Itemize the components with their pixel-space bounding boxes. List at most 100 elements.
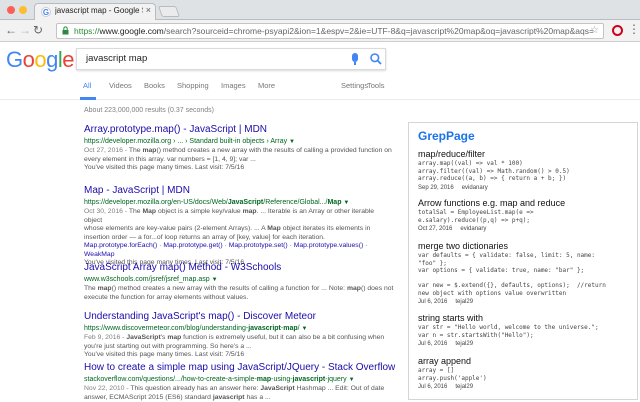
- logo-letter: G: [6, 47, 23, 72]
- back-arrow-icon[interactable]: ←: [5, 23, 17, 37]
- entry-title: string starts with: [418, 313, 636, 324]
- logo-letter: o: [34, 47, 46, 72]
- result-url-text: https://developer.mozilla.org/en-US/docs…: [84, 199, 341, 206]
- search-input[interactable]: javascript map: [86, 53, 147, 64]
- tab-more[interactable]: More: [258, 81, 275, 90]
- caret-down-icon[interactable]: ▼: [343, 200, 349, 206]
- bookmark-star-icon[interactable]: ☆: [590, 25, 599, 36]
- sitelink[interactable]: Map.prototype.set(): [229, 242, 288, 249]
- opera-extension-icon[interactable]: [612, 25, 623, 36]
- entry-date: Jul 6, 2016: [418, 384, 447, 390]
- greppage-entry: map/reduce/filter array.map((val) => val…: [418, 149, 636, 192]
- result-title-link[interactable]: Array.prototype.map() - JavaScript | MDN: [84, 124, 394, 136]
- snippet-text: The map() method creates a new array wit…: [129, 147, 392, 154]
- entry-author: tejal29: [455, 384, 473, 390]
- sitelinks: Map.prototype.forEach() · Map.prototype.…: [84, 242, 394, 259]
- result-snippet: Feb 9, 2016 - JavaScript's map function …: [84, 334, 394, 360]
- result-url[interactable]: www.w3schools.com/jsref/jsref_map.asp ▼: [84, 275, 394, 285]
- entry-author: evidanary: [460, 226, 486, 232]
- snippet-line: execute the function for array elements …: [84, 294, 394, 303]
- tab-settings[interactable]: Settings: [341, 81, 368, 90]
- result-title-link[interactable]: Map - JavaScript | MDN: [84, 185, 394, 197]
- snippet-line: Oct 27, 2016 - The map() method creates …: [84, 147, 394, 156]
- entry-code: var str = "Hello world, welcome to the u…: [418, 324, 636, 339]
- result-url[interactable]: stackoverflow.com/questions/.../how-to-c…: [84, 375, 394, 385]
- sitelink[interactable]: WeakMap: [84, 251, 114, 258]
- snippet-date: Oct 27, 2016 -: [84, 147, 129, 154]
- tab-strip: G javascript map - Google Search ×: [0, 0, 640, 20]
- google-logo[interactable]: Google: [6, 48, 74, 72]
- url-text: https://www.google.com/search?sourceid=c…: [74, 26, 594, 36]
- snippet-date: Feb 9, 2016 -: [84, 334, 126, 341]
- snippet-line: answer, ECMAScript 2015 (ES6) standard j…: [84, 394, 394, 402]
- entry-date: Jul 6, 2016: [418, 341, 447, 347]
- sitelink[interactable]: Map.prototype.forEach(): [84, 242, 157, 249]
- result-url[interactable]: https://www.discovermeteor.com/blog/unde…: [84, 324, 394, 334]
- entry-meta: Sep 29, 2016 evidanary: [418, 184, 636, 192]
- result-url-text: www.w3schools.com/jsref/jsref_map.asp: [84, 276, 210, 283]
- entry-meta: Oct 27, 2016evidanary: [418, 225, 636, 233]
- caret-down-icon[interactable]: ▼: [302, 326, 308, 332]
- forward-arrow-icon[interactable]: →: [19, 23, 31, 37]
- entry-meta: Jul 6, 2016tejal29: [418, 340, 636, 348]
- snippet-text: This question already has an answer here…: [130, 385, 384, 392]
- search-result: JavaScript Array map() Method - W3School…: [84, 262, 394, 302]
- tab-videos[interactable]: Videos: [109, 81, 132, 90]
- entry-title: Arrow functions e.g. map and reduce: [418, 198, 636, 209]
- entry-title: merge two dictionaries: [418, 241, 636, 252]
- caret-down-icon[interactable]: ▼: [212, 277, 218, 283]
- active-tab-indicator: [80, 97, 96, 100]
- visited-note: You've visited this page many times. Las…: [84, 164, 394, 173]
- search-result: Understanding JavaScript's map() - Disco…: [84, 311, 394, 360]
- caret-down-icon[interactable]: ▼: [349, 377, 355, 383]
- tab-all[interactable]: All: [83, 81, 91, 90]
- search-result: Array.prototype.map() - JavaScript | MDN…: [84, 124, 394, 173]
- url-scheme: https://: [74, 26, 100, 36]
- reload-icon[interactable]: ↻: [33, 23, 43, 37]
- tab-images[interactable]: Images: [221, 81, 246, 90]
- google-favicon-icon: G: [41, 7, 51, 17]
- result-snippet: The map() method creates a new array wit…: [84, 285, 394, 302]
- entry-title: map/reduce/filter: [418, 149, 636, 160]
- search-icon[interactable]: [369, 52, 383, 66]
- greppage-entry: merge two dictionaries var defaults = { …: [418, 241, 636, 306]
- close-window-button[interactable]: [7, 6, 15, 14]
- result-url[interactable]: https://developer.mozilla.org/en-US/docs…: [84, 198, 394, 208]
- tab-shopping[interactable]: Shopping: [177, 81, 209, 90]
- search-box[interactable]: javascript map: [76, 48, 386, 70]
- result-title-link[interactable]: JavaScript Array map() Method - W3School…: [84, 262, 394, 274]
- entry-date: Sep 29, 2016: [418, 185, 454, 191]
- result-title-link[interactable]: Understanding JavaScript's map() - Disco…: [84, 311, 394, 323]
- logo-letter: e: [62, 47, 74, 72]
- entry-code: var defaults = { validate: false, limit:…: [418, 252, 636, 297]
- result-url[interactable]: https://developer.mozilla.org › ... › St…: [84, 137, 394, 147]
- snippet-date: Oct 30, 2016 -: [84, 208, 129, 215]
- tab-tools[interactable]: Tools: [367, 81, 385, 90]
- address-bar[interactable]: https://www.google.com/search?sourceid=c…: [56, 23, 604, 39]
- result-snippet: Oct 27, 2016 - The map() method creates …: [84, 147, 394, 173]
- entry-author: evidanary: [462, 185, 488, 191]
- snippet-line: Nov 22, 2010 - This question already has…: [84, 385, 394, 394]
- sitelink[interactable]: Map.prototype.values(): [294, 242, 364, 249]
- snippet-line: Feb 9, 2016 - JavaScript's map function …: [84, 334, 394, 343]
- browser-menu-icon[interactable]: ⋮: [628, 22, 640, 36]
- logo-letter: g: [46, 47, 58, 72]
- entry-date: Jul 6, 2016: [418, 299, 447, 305]
- caret-down-icon[interactable]: ▼: [289, 139, 295, 145]
- result-title-link[interactable]: How to create a simple map using JavaScr…: [84, 362, 394, 374]
- result-stats: About 223,000,000 results (0.37 seconds): [84, 107, 214, 114]
- search-result: How to create a simple map using JavaScr…: [84, 362, 394, 402]
- tab-title: javascript map - Google Search: [55, 6, 143, 15]
- logo-letter: o: [23, 47, 35, 72]
- greppage-title[interactable]: GrepPage: [418, 129, 475, 143]
- minimize-window-button[interactable]: [19, 6, 27, 14]
- tab-close-icon[interactable]: ×: [146, 5, 151, 15]
- entry-code: totalSal = EmployeeList.map(e => e.salar…: [418, 209, 636, 224]
- browser-tab[interactable]: G javascript map - Google Search ×: [34, 3, 156, 20]
- tab-books[interactable]: Books: [144, 81, 165, 90]
- microphone-icon[interactable]: [352, 53, 358, 62]
- sitelink[interactable]: Map.prototype.get(): [163, 242, 222, 249]
- result-snippet: Nov 22, 2010 - This question already has…: [84, 385, 394, 402]
- snippet-line: The map() method creates a new array wit…: [84, 285, 394, 294]
- new-tab-button[interactable]: [158, 6, 180, 17]
